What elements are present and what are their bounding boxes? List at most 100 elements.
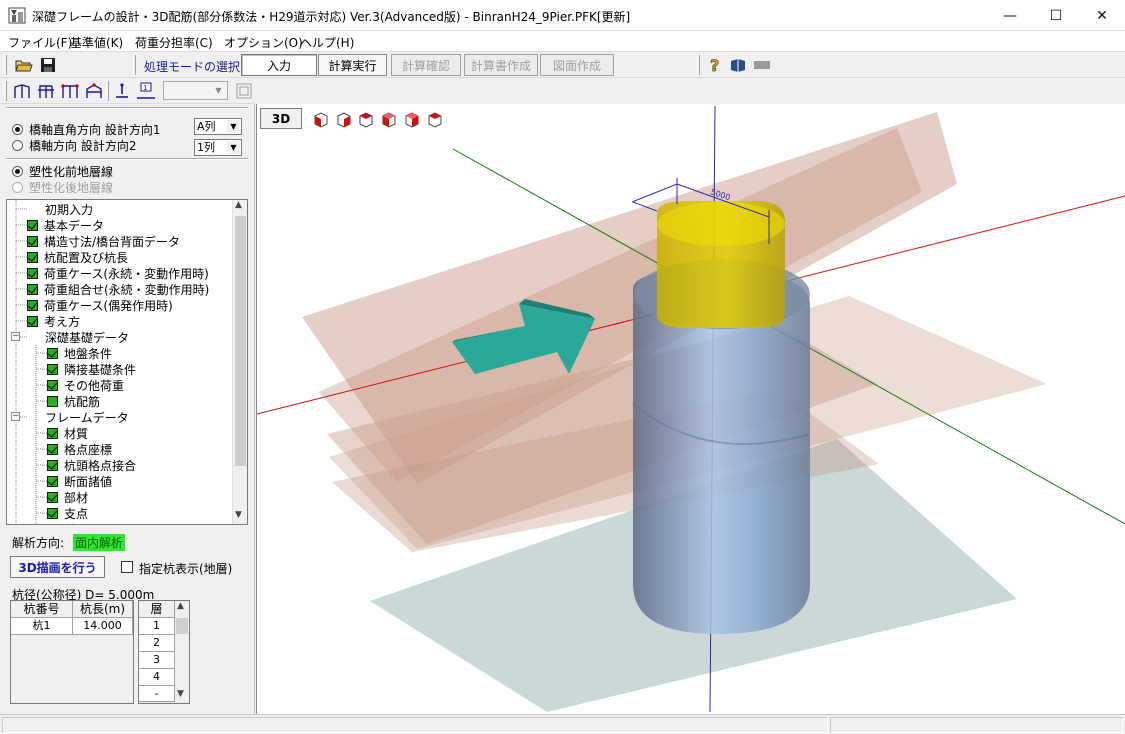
tree-scrollbar[interactable]: ▲ ▼ bbox=[232, 200, 247, 524]
tree-item-label: 初期入力 bbox=[45, 202, 94, 217]
tree-item-label: 杭配筋 bbox=[64, 394, 101, 409]
chevron-down-icon: ▼ bbox=[227, 120, 240, 133]
column-combo-1-value: 1列 bbox=[197, 141, 215, 154]
view-right-icon[interactable] bbox=[380, 110, 398, 128]
divider bbox=[6, 158, 248, 160]
scroll-down-icon[interactable]: ▼ bbox=[177, 689, 184, 699]
tree-item[interactable]: 材質 bbox=[47, 425, 88, 441]
show-pile-checkbox[interactable] bbox=[121, 561, 133, 573]
maximize-button[interactable]: ☐ bbox=[1033, 0, 1079, 31]
menu-standards[interactable]: 基準値(K) bbox=[70, 34, 123, 51]
view-back-icon[interactable] bbox=[335, 110, 353, 128]
direction-option-2-label: 橋軸方向 設計方向2 bbox=[29, 139, 137, 153]
collapse-icon[interactable]: − bbox=[11, 332, 20, 341]
tree-item[interactable]: 部材 bbox=[47, 489, 88, 505]
menu-options[interactable]: オプション(O) bbox=[224, 34, 303, 51]
frame-view2-icon[interactable] bbox=[36, 81, 56, 101]
mode-check-button[interactable]: 計算確認 bbox=[391, 54, 461, 76]
tree-item[interactable]: 深礎基礎データ bbox=[45, 329, 129, 345]
draw-3d-button[interactable]: 3D描画を行う bbox=[10, 556, 105, 578]
tree-item[interactable]: 荷重ケース(偶発作用時) bbox=[27, 297, 173, 313]
analysis-direction-label: 解析方向: bbox=[12, 536, 65, 550]
tree-item[interactable]: 支点 bbox=[47, 505, 88, 521]
layer-table-row[interactable]: 4 bbox=[139, 669, 175, 686]
tree-item-label: フレームデータ bbox=[45, 410, 129, 425]
check-icon bbox=[47, 459, 58, 471]
3d-mode-button[interactable]: 3D bbox=[260, 108, 302, 129]
tree-item[interactable]: 隣接基礎条件 bbox=[47, 361, 136, 377]
layer-table-row[interactable]: 2 bbox=[139, 635, 175, 652]
tree-item-label: 荷重組合せ(永続・変動作用時) bbox=[44, 282, 210, 297]
menu-load-share[interactable]: 荷重分担率(C) bbox=[135, 34, 213, 51]
layer-table-row[interactable]: - bbox=[139, 686, 175, 702]
chevron-down-icon: ▼ bbox=[215, 86, 222, 95]
view-combo[interactable]: ▼ bbox=[163, 81, 228, 100]
tree-item[interactable]: 杭頭格点接合 bbox=[47, 457, 136, 473]
view-left-icon[interactable] bbox=[357, 110, 375, 128]
tree-item[interactable]: 考え方 bbox=[27, 313, 80, 329]
manual-book-icon[interactable] bbox=[728, 55, 748, 75]
status-segment bbox=[2, 717, 828, 733]
tree-item-label: 断面諸値 bbox=[64, 474, 113, 489]
support-icon[interactable] bbox=[112, 81, 132, 101]
tree-item[interactable]: 杭配筋 bbox=[47, 393, 100, 409]
column-combo-1[interactable]: 1列 ▼ bbox=[194, 139, 242, 156]
tree-item[interactable]: その他荷重 bbox=[47, 377, 124, 393]
check-icon bbox=[27, 219, 38, 231]
direction-radio-1[interactable]: 橋軸直角方向 設計方向1 bbox=[12, 121, 160, 138]
input-tree[interactable]: ▲ ▼ 初期入力 基本データ 構造寸法/橋台背面データ 杭配置及び杭長 荷重ケース(永続… bbox=[6, 199, 248, 525]
layer-table-scrollbar[interactable]: ▲ ▼ bbox=[175, 601, 189, 703]
layer-table[interactable]: 層 1 2 3 4 - ▲ ▼ bbox=[138, 600, 190, 704]
view-iso-icon[interactable] bbox=[426, 110, 444, 128]
open-folder-icon[interactable] bbox=[14, 55, 34, 75]
mode-report-button[interactable]: 計算書作成 bbox=[464, 54, 538, 76]
pile-table[interactable]: 杭番号 杭長(m) 杭1 14.000 bbox=[10, 600, 134, 704]
collapse-icon[interactable]: − bbox=[11, 412, 20, 421]
3d-scene[interactable]: 5000 bbox=[257, 104, 1125, 714]
view-front-icon[interactable] bbox=[312, 110, 330, 128]
scroll-down-icon[interactable]: ▼ bbox=[235, 510, 242, 520]
tree-item[interactable]: 荷重ケース(永続・変動作用時) bbox=[27, 265, 209, 281]
direction-radio-2[interactable]: 橋軸方向 設計方向2 bbox=[12, 137, 136, 154]
tree-item[interactable]: 杭配置及び杭長 bbox=[27, 249, 128, 265]
tree-item[interactable]: フレームデータ bbox=[45, 409, 129, 425]
tree-item[interactable]: 初期入力 bbox=[45, 201, 93, 217]
frame-view3-icon[interactable] bbox=[60, 81, 80, 101]
mode-input-button[interactable]: 入力 bbox=[241, 54, 317, 76]
tree-item[interactable]: 地盤条件 bbox=[47, 345, 112, 361]
mode-calc-button[interactable]: 計算実行 bbox=[318, 54, 387, 76]
help-icon[interactable]: ? bbox=[705, 55, 725, 75]
pile-table-cell-no[interactable]: 杭1 bbox=[11, 618, 73, 635]
view-top-icon[interactable] bbox=[403, 110, 421, 128]
frame-view1-icon[interactable] bbox=[12, 81, 32, 101]
tree-item[interactable]: 着目点 bbox=[47, 521, 100, 524]
tree-item-label: 荷重ケース(永続・変動作用時) bbox=[44, 266, 209, 281]
tree-item[interactable]: 格点座標 bbox=[47, 441, 112, 457]
close-button[interactable]: ✕ bbox=[1079, 0, 1125, 31]
scroll-thumb[interactable] bbox=[176, 618, 188, 634]
menu-file[interactable]: ファイル(F) bbox=[8, 34, 72, 51]
layer-table-row[interactable]: 1 bbox=[139, 618, 175, 635]
save-disk-icon[interactable] bbox=[38, 55, 58, 75]
tree-item-label: 基本データ bbox=[44, 218, 105, 233]
3d-viewer[interactable]: 5000 3D bbox=[256, 104, 1125, 714]
layer-table-row[interactable]: 3 bbox=[139, 652, 175, 669]
direction-option-1-label: 橋軸直角方向 設計方向1 bbox=[29, 123, 161, 137]
menu-help[interactable]: ヘルプ(H) bbox=[300, 34, 354, 51]
load-icon[interactable]: 1 bbox=[136, 81, 156, 101]
mode-drawing-button[interactable]: 図面作成 bbox=[540, 54, 614, 76]
pile-table-cell-length[interactable]: 14.000 bbox=[73, 618, 133, 635]
frame-view4-icon[interactable] bbox=[84, 81, 104, 101]
minimize-button[interactable]: — bbox=[987, 0, 1033, 31]
layer-radio-before[interactable]: 塑性化前地層線 bbox=[12, 163, 113, 180]
scroll-up-icon[interactable]: ▲ bbox=[235, 200, 242, 210]
tree-item[interactable]: 基本データ bbox=[27, 217, 104, 233]
status-bar bbox=[0, 714, 1125, 734]
tree-item[interactable]: 荷重組合せ(永続・変動作用時) bbox=[27, 281, 209, 297]
tree-item[interactable]: 断面諸値 bbox=[47, 473, 112, 489]
column-combo-a[interactable]: A列 ▼ bbox=[194, 118, 242, 135]
scroll-up-icon[interactable]: ▲ bbox=[177, 601, 184, 611]
tree-item[interactable]: 構造寸法/橋台背面データ bbox=[27, 233, 180, 249]
check-icon bbox=[27, 315, 38, 327]
scroll-thumb[interactable] bbox=[235, 216, 246, 466]
